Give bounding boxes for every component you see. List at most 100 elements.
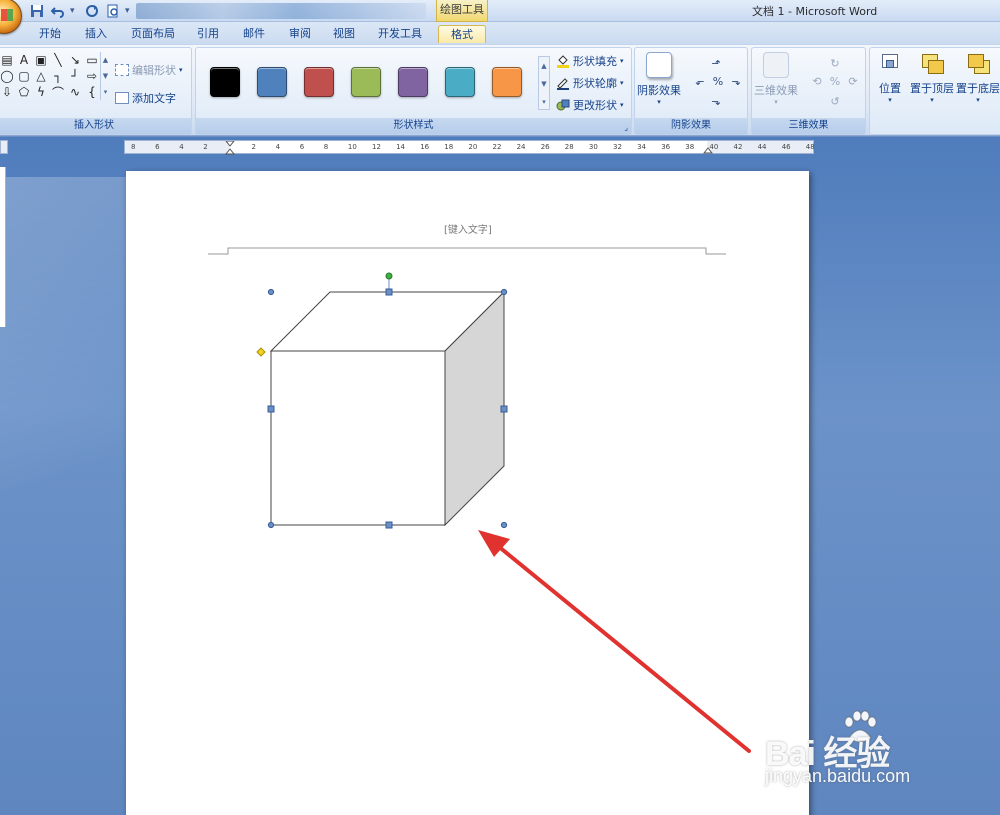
tab-review[interactable]: 审阅: [282, 25, 318, 43]
add-text-button[interactable]: 添加文字: [115, 90, 176, 106]
gallery-more-icon[interactable]: ▾: [101, 84, 110, 100]
brace-shape-icon[interactable]: {: [84, 84, 100, 100]
tab-mailings[interactable]: 邮件: [236, 25, 272, 43]
change-shape-button[interactable]: 更改形状 ▾: [556, 96, 624, 114]
nudge-shadow-down-icon[interactable]: ⬎: [709, 94, 723, 108]
curve-shape-icon[interactable]: ∿: [67, 84, 83, 100]
cube-shape[interactable]: [269, 290, 506, 527]
style-swatch-green[interactable]: [351, 67, 381, 97]
edge-handle-top[interactable]: [385, 288, 393, 296]
tilt-up-icon[interactable]: ↻: [828, 56, 842, 70]
taskbar-blur: [136, 3, 426, 19]
tab-page-layout[interactable]: 页面布局: [128, 25, 178, 43]
ruler-tick: 22: [492, 143, 502, 151]
nudge-shadow-left-icon[interactable]: ⬐: [693, 74, 707, 88]
arrow-line-shape-icon[interactable]: ↘: [67, 52, 83, 68]
elbow-connector-shape-icon[interactable]: ┘: [67, 68, 83, 84]
corner-handle-bottom-left[interactable]: [267, 521, 275, 529]
text-shape-icon[interactable]: A: [16, 52, 32, 68]
rotation-handle[interactable]: [385, 272, 393, 280]
corner-handle-top-right[interactable]: [500, 288, 508, 296]
position-button[interactable]: 位置 ▾: [872, 52, 908, 116]
group-label-3d-effects: 三维效果: [752, 118, 865, 134]
arc-shape-icon[interactable]: ⌒: [50, 84, 66, 100]
style-gallery-scroll[interactable]: ▲ ▼ ▾: [538, 56, 550, 110]
edge-handle-right[interactable]: [500, 405, 508, 413]
ruler-tick: 2: [203, 143, 208, 151]
style-swatch-aqua[interactable]: [445, 67, 475, 97]
tab-home[interactable]: 开始: [32, 25, 68, 43]
right-indent-marker-icon[interactable]: [703, 144, 713, 154]
gallery-more-icon[interactable]: ▾: [539, 93, 549, 111]
rectangle-shape-icon[interactable]: ▭: [84, 52, 100, 68]
shape-outline-button[interactable]: 形状轮廓 ▾: [556, 74, 624, 92]
nudge-shadow-right-icon[interactable]: ⬎: [729, 74, 743, 88]
style-swatch-red[interactable]: [304, 67, 334, 97]
undo-icon[interactable]: [49, 3, 67, 19]
bring-to-front-button[interactable]: 置于顶层 ▾: [910, 52, 954, 116]
pentagon-shape-icon[interactable]: ⬠: [16, 84, 32, 100]
3d-effects-button[interactable]: 三维效果 ▾: [754, 52, 798, 116]
bring-to-front-icon: [920, 52, 944, 76]
tab-references[interactable]: 引用: [190, 25, 226, 43]
group-label-shape-styles: 形状样式: [196, 118, 631, 134]
document-page[interactable]: [键入文字]: [126, 171, 809, 815]
shapes-gallery[interactable]: ▤ A ▣ ╲ ↘ ▭ ◯ ▢ △ ┐ ┘ ⇨ ⇩ ⬠ ϟ ⌒ ∿ {: [0, 52, 105, 102]
ruler-tick: 18: [444, 143, 454, 151]
undo-dropdown-icon[interactable]: ▾: [70, 6, 80, 16]
triangle-shape-icon[interactable]: △: [33, 68, 49, 84]
down-arrow-shape-icon[interactable]: ⇩: [0, 84, 15, 100]
indent-marker-icon[interactable]: [225, 141, 235, 155]
chevron-down-icon: ▾: [657, 98, 661, 106]
print-preview-icon[interactable]: [104, 3, 122, 19]
ruler-tick: 38: [685, 143, 695, 151]
tab-view[interactable]: 视图: [326, 25, 362, 43]
picture-shape-icon[interactable]: ▣: [33, 52, 49, 68]
3d-toggle-icon[interactable]: %: [828, 74, 842, 88]
oval-shape-icon[interactable]: ◯: [0, 68, 15, 84]
ruler-tick: 10: [347, 143, 357, 151]
tab-format[interactable]: 格式: [438, 25, 486, 43]
redo-icon[interactable]: [83, 3, 101, 19]
tilt-right-icon[interactable]: ⟳: [846, 74, 860, 88]
rounded-rect-shape-icon[interactable]: ▢: [16, 68, 32, 84]
style-swatch-blue[interactable]: [257, 67, 287, 97]
shapes-gallery-scroll[interactable]: ▲ ▼ ▾: [100, 52, 110, 100]
tilt-down-icon[interactable]: ↺: [828, 94, 842, 108]
line-shape-icon[interactable]: ╲: [50, 52, 66, 68]
shadow-toggle-icon[interactable]: %: [711, 74, 725, 88]
ruler-tick: 30: [588, 143, 598, 151]
style-swatch-purple[interactable]: [398, 67, 428, 97]
ruler-tick: 34: [637, 143, 647, 151]
textbox-shape-icon[interactable]: ▤: [0, 52, 15, 68]
shadow-effects-button[interactable]: 阴影效果 ▾: [637, 52, 681, 116]
style-swatch-orange[interactable]: [492, 67, 522, 97]
scroll-down-icon[interactable]: ▼: [101, 68, 110, 84]
ruler-toggle[interactable]: [0, 140, 8, 154]
edge-handle-bottom[interactable]: [385, 521, 393, 529]
dialog-launcher-icon[interactable]: ⌟: [624, 123, 628, 132]
connector-shape-icon[interactable]: ┐: [50, 68, 66, 84]
tab-developer[interactable]: 开发工具: [372, 25, 428, 43]
scroll-down-icon[interactable]: ▼: [539, 75, 549, 93]
shape-fill-button[interactable]: 形状填充 ▾: [556, 52, 624, 70]
edge-handle-left[interactable]: [267, 405, 275, 413]
scroll-up-icon[interactable]: ▲: [539, 57, 549, 75]
nudge-shadow-up-icon[interactable]: ⬏: [709, 56, 723, 70]
edit-shape-button[interactable]: 编辑形状 ▾: [115, 62, 183, 78]
send-to-back-icon: [966, 52, 990, 76]
watermark-url: jingyan.baidu.com: [765, 766, 911, 786]
style-swatch-black[interactable]: [210, 67, 240, 97]
save-icon[interactable]: [28, 3, 46, 19]
customize-qat-icon[interactable]: ▾: [125, 6, 135, 16]
group-shape-styles: ▲ ▼ ▾ 形状填充 ▾ 形状轮廓 ▾ 更改形状 ▾ ⌟ 形状样式: [195, 47, 632, 135]
scroll-up-icon[interactable]: ▲: [101, 52, 110, 68]
send-to-back-button[interactable]: 置于底层 ▾: [956, 52, 1000, 116]
tilt-left-icon[interactable]: ⟲: [810, 74, 824, 88]
lightning-shape-icon[interactable]: ϟ: [33, 84, 49, 100]
adjust-handle[interactable]: [256, 347, 266, 357]
right-arrow-shape-icon[interactable]: ⇨: [84, 68, 100, 84]
corner-handle-top-left[interactable]: [267, 288, 275, 296]
corner-handle-bottom-right[interactable]: [500, 521, 508, 529]
tab-insert[interactable]: 插入: [78, 25, 114, 43]
